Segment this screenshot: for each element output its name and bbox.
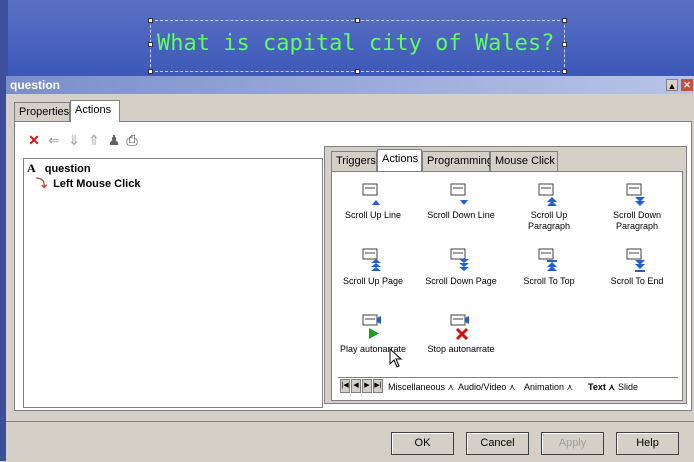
arrow-up-icon[interactable]: ⇑ xyxy=(86,132,102,148)
action-tree[interactable]: A question ⤵ Left Mouse Click xyxy=(23,158,323,408)
question-text: What is capital city of Wales? xyxy=(157,31,555,56)
tab-text[interactable]: Text ⋏ xyxy=(588,379,615,395)
tab-audio-video[interactable]: Audio/Video ⋏ xyxy=(458,379,515,395)
scroll-down-line-icon xyxy=(450,183,468,205)
dialog-title-bar: question ▲ ✕ xyxy=(6,76,694,94)
tree-root[interactable]: A question xyxy=(27,161,91,176)
resize-handle[interactable] xyxy=(148,18,153,23)
tree-item-left-mouse-click[interactable]: ⤵ Left Mouse Click xyxy=(36,175,140,191)
resize-handle[interactable] xyxy=(148,42,153,47)
tab-mouse-click[interactable]: Mouse Click xyxy=(490,151,558,171)
category-tabs: |◀ ◀ ▶ ▶| Miscellaneous ⋏ Audio/Video ⋏ … xyxy=(338,377,678,396)
tab-slide[interactable]: Slide xyxy=(618,379,638,395)
first-tab-button[interactable]: |◀ xyxy=(340,379,350,393)
question-dialog: question ▲ ✕ Properties Actions ✕ ⇐ ⇓ ⇑ … xyxy=(6,76,694,461)
tab-properties[interactable]: Properties xyxy=(14,102,70,122)
apply-button[interactable]: Apply xyxy=(541,432,604,455)
scroll-up-line-icon xyxy=(362,183,380,205)
action-scroll-up-paragraph[interactable]: Scroll Up Paragraph xyxy=(509,182,589,232)
action-scroll-up-page[interactable]: Scroll Up Page xyxy=(333,248,413,287)
arrow-down-icon[interactable]: ⇓ xyxy=(66,132,82,148)
help-button[interactable]: Help xyxy=(616,432,679,455)
action-scroll-to-end[interactable]: Scroll To End xyxy=(597,248,677,287)
action-stop-autonarrate[interactable]: Stop autonarrate xyxy=(421,314,501,355)
scroll-down-paragraph-icon xyxy=(626,183,645,206)
prev-tab-button[interactable]: ◀ xyxy=(351,379,361,393)
action-scroll-to-top[interactable]: Scroll To Top xyxy=(509,248,589,287)
resize-handle[interactable] xyxy=(562,18,567,23)
tab-library-actions[interactable]: Actions xyxy=(377,149,422,171)
scroll-to-top-icon xyxy=(538,248,557,271)
stop-autonarrate-icon xyxy=(450,314,469,340)
printer-icon[interactable]: ⎙ xyxy=(124,132,140,148)
action-scroll-down-line[interactable]: Scroll Down Line xyxy=(421,182,501,221)
mouse-click-icon: ⤵ xyxy=(36,178,47,190)
next-tab-button[interactable]: ▶ xyxy=(362,379,372,393)
dialog-buttons: OK Cancel Apply Help xyxy=(6,421,694,462)
action-library: Triggers Actions Programming Mouse Click… xyxy=(324,146,687,404)
close-icon[interactable]: ✕ xyxy=(681,79,693,91)
minimize-icon[interactable]: ▲ xyxy=(666,79,678,91)
action-scroll-up-line[interactable]: Scroll Up Line xyxy=(333,182,413,221)
resize-handle[interactable] xyxy=(562,42,567,47)
mouse-cursor-icon xyxy=(389,348,403,368)
tab-miscellaneous[interactable]: Miscellaneous ⋏ xyxy=(388,379,454,395)
tab-animation[interactable]: Animation ⋏ xyxy=(524,379,573,395)
resize-handle[interactable] xyxy=(148,69,153,74)
resize-handle[interactable] xyxy=(355,18,360,23)
action-scroll-down-page[interactable]: Scroll Down Page xyxy=(421,248,501,287)
last-tab-button[interactable]: ▶| xyxy=(373,379,383,393)
scroll-up-paragraph-icon xyxy=(538,183,557,206)
action-grid: Scroll Up Line Scroll Down Line Scroll U… xyxy=(331,171,683,401)
scroll-up-page-icon xyxy=(362,248,381,271)
resize-handle[interactable] xyxy=(355,69,360,74)
ok-button[interactable]: OK xyxy=(391,432,454,455)
scroll-down-page-icon xyxy=(450,248,469,271)
play-autonarrate-icon xyxy=(362,314,381,339)
resize-handle[interactable] xyxy=(562,69,567,74)
scroll-to-end-icon xyxy=(626,248,645,272)
cancel-button[interactable]: Cancel xyxy=(466,432,529,455)
tab-programming[interactable]: Programming xyxy=(422,151,493,171)
delete-icon[interactable]: ✕ xyxy=(26,132,42,148)
tab-triggers[interactable]: Triggers xyxy=(331,151,377,171)
question-textbox[interactable]: What is capital city of Wales? xyxy=(150,20,565,72)
action-scroll-down-paragraph[interactable]: Scroll Down Paragraph xyxy=(597,182,677,232)
dialog-title: question xyxy=(10,78,60,92)
text-icon: A xyxy=(27,161,36,175)
arrow-left-icon[interactable]: ⇐ xyxy=(46,132,62,148)
person-icon[interactable]: ♟ xyxy=(106,132,122,148)
tab-actions[interactable]: Actions xyxy=(70,100,120,122)
